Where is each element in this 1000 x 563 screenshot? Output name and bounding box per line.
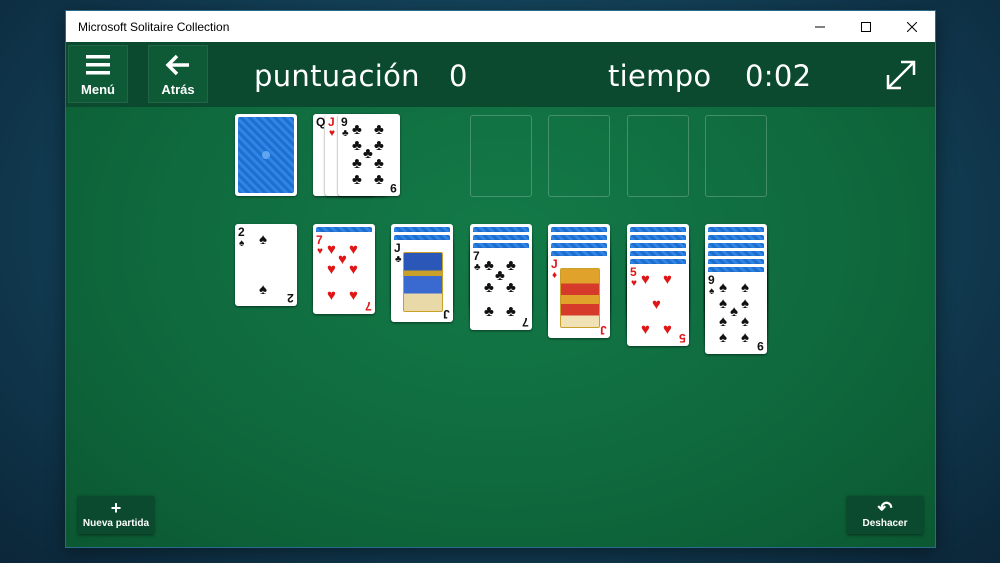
tableau-card-col2[interactable]: 7 ♥ ♥ ♥ ♥ ♥ ♥ ♥ ♥ 7 (313, 232, 375, 314)
tableau-card-col5[interactable]: J ♦ J (548, 256, 610, 338)
fullscreen-button[interactable] (884, 58, 918, 97)
jack-face-art (403, 252, 443, 312)
jack-face-art (560, 268, 600, 328)
time-label: tiempo (608, 59, 712, 93)
game-table: Q J ♥ 9 ♣ ♣ ♣ ♣ ♣ ♣ ♣ ♣ ♣ ♣ 9 2 ♠ ♠ ♠ 2 … (66, 107, 935, 547)
app-window: Microsoft Solitaire Collection Menú Atrá… (66, 11, 935, 547)
minimize-icon (815, 26, 825, 27)
close-icon (907, 21, 917, 32)
new-game-label: Nueva partida (82, 518, 150, 529)
foundation-slot-1[interactable] (470, 115, 532, 197)
undo-label: Deshacer (862, 518, 908, 529)
menu-label: Menú (81, 82, 115, 97)
score-label: puntuación (254, 59, 420, 93)
foundation-slot-3[interactable] (627, 115, 689, 197)
score-value: 0 (449, 59, 468, 93)
tableau-card-col4[interactable]: 7 ♣ ♣ ♣ ♣ ♣ ♣ ♣ ♣ 7 (470, 248, 532, 330)
hamburger-icon (86, 55, 110, 75)
tableau-card-col6[interactable]: 5 ♥ ♥ ♥ ♥ ♥ ♥ 5 (627, 264, 689, 346)
arrow-left-icon (165, 54, 189, 76)
expand-icon (886, 60, 916, 90)
tableau-card-col7[interactable]: 9 ♠ ♠ ♠ ♠ ♠ ♠ ♠ ♠ ♠ ♠ 9 (705, 272, 767, 354)
back-label: Atrás (161, 82, 195, 97)
waste-card-top[interactable]: 9 ♣ ♣ ♣ ♣ ♣ ♣ ♣ ♣ ♣ ♣ 9 (338, 114, 400, 196)
tableau-card-col1[interactable]: 2 ♠ ♠ ♠ 2 (235, 224, 297, 306)
stock-pile[interactable] (235, 114, 297, 196)
maximize-button[interactable] (843, 11, 889, 42)
foundation-slot-4[interactable] (705, 115, 767, 197)
minimize-button[interactable] (797, 11, 843, 42)
foundation-slot-2[interactable] (548, 115, 610, 197)
tableau-card-col3[interactable]: J ♣ J (391, 240, 453, 322)
back-button[interactable]: Atrás (148, 45, 208, 103)
title-bar: Microsoft Solitaire Collection (66, 11, 935, 42)
undo-icon: ↶ (877, 498, 893, 518)
game-toolbar: Menú Atrás puntuación 0 tiempo 0:02 (66, 42, 935, 107)
plus-icon: + (110, 498, 122, 518)
time-value: 0:02 (745, 59, 812, 93)
maximize-icon (861, 21, 871, 32)
undo-button[interactable]: ↶ Deshacer (847, 496, 923, 534)
close-button[interactable] (889, 11, 935, 42)
window-title: Microsoft Solitaire Collection (78, 19, 230, 34)
menu-button[interactable]: Menú (68, 45, 128, 103)
new-game-button[interactable]: + Nueva partida (78, 496, 154, 534)
